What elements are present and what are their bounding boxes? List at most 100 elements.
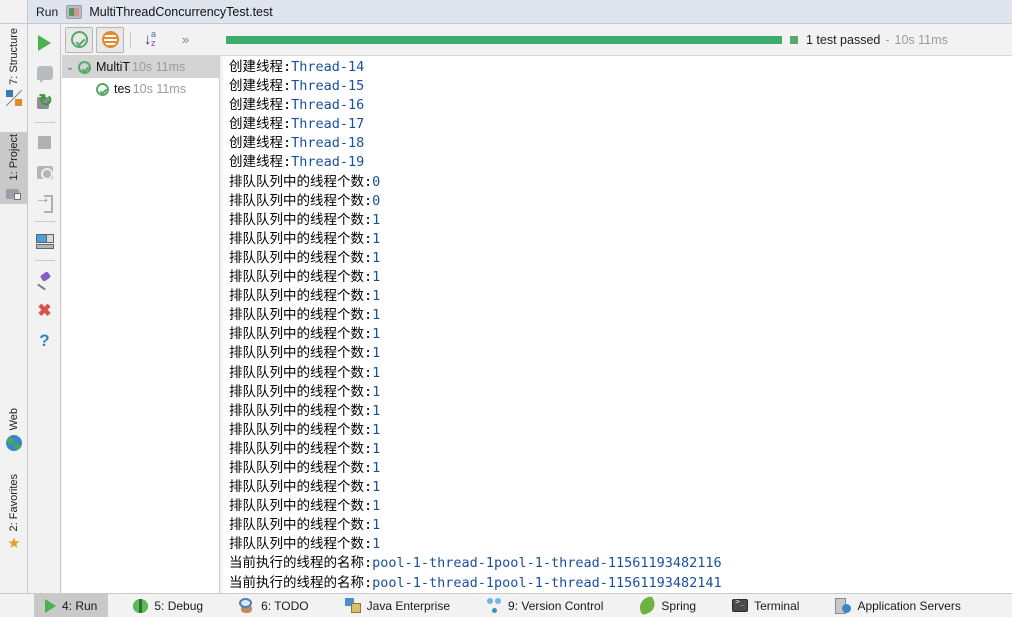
todo-icon	[239, 598, 255, 613]
export-button[interactable]	[32, 187, 58, 217]
console-line: 排队队列中的线程个数:1	[225, 287, 1012, 306]
status-item-terminal[interactable]: Terminal	[721, 594, 810, 617]
tree-console-splitter[interactable]	[220, 56, 223, 593]
sidebar-item-favorites[interactable]: ★ 2: Favorites	[0, 472, 28, 555]
sidebar-item-favorites-label: 2: Favorites	[8, 474, 20, 532]
status-item-run[interactable]: 4: Run	[34, 593, 109, 617]
console-line: 排队队列中的线程个数:1	[225, 478, 1012, 497]
console-line-value: pool-1-thread-1pool-1-thread-11561193482…	[372, 574, 722, 591]
test-result-text: 1 test passed	[806, 33, 881, 47]
status-item-todo-label: 6: TODO	[261, 598, 309, 613]
status-item-debug[interactable]: 5: Debug	[122, 594, 214, 617]
console-line: 排队队列中的线程个数:1	[225, 364, 1012, 383]
status-item-java-enterprise[interactable]: Java Enterprise	[334, 594, 461, 617]
console-line-value: 1	[372, 421, 381, 438]
rerun-auto-icon	[36, 91, 53, 111]
run-config-icon[interactable]	[66, 4, 83, 19]
console-line-label: 创建线程:	[229, 97, 292, 114]
console-line: 排队队列中的线程个数:1	[225, 516, 1012, 535]
toggle-auto-test-button[interactable]	[32, 88, 58, 118]
console-line-label: 排队队列中的线程个数:	[229, 269, 373, 286]
divider	[34, 260, 55, 261]
console-line-value: 1	[372, 326, 381, 343]
console-line-value: Thread-17	[291, 116, 365, 133]
status-item-spring[interactable]: Spring	[628, 594, 707, 617]
status-item-application-servers[interactable]: Application Servers	[824, 594, 971, 617]
console-line-label: 当前执行的线程的名称:	[229, 555, 373, 572]
run-icon	[45, 598, 56, 613]
console-line: 当前执行的线程的名称:pool-1-thread-1pool-1-thread-…	[225, 574, 1012, 593]
star-icon: ★	[7, 535, 21, 553]
test-passed-icon	[96, 82, 109, 96]
console-line: 排队队列中的线程个数:1	[225, 325, 1012, 344]
pin-tab-button[interactable]	[32, 265, 58, 295]
console-line-label: 排队队列中的线程个数:	[229, 326, 373, 343]
console-line-label: 创建线程:	[229, 135, 292, 152]
help-icon: ?	[39, 330, 50, 350]
console-line-label: 排队队列中的线程个数:	[229, 479, 373, 496]
console-line-value: 1	[372, 383, 381, 400]
console-line-label: 排队队列中的线程个数:	[229, 288, 373, 305]
console-line-value: 1	[372, 459, 381, 476]
sort-z-glyph: z	[151, 37, 156, 48]
show-passed-button[interactable]	[65, 26, 93, 53]
test-tree[interactable]: ⌄ MultiT 10s 11ms tes 10s 11ms	[62, 56, 220, 593]
status-item-version-control[interactable]: 9: Version Control	[475, 594, 614, 617]
chevron-down-icon[interactable]: ⌄	[62, 62, 78, 73]
run-tab-title[interactable]: MultiThreadConcurrencyTest.test	[89, 5, 272, 19]
sidebar-item-project[interactable]: 1: Project	[0, 132, 28, 205]
test-passed-icon	[78, 60, 91, 74]
help-button[interactable]: ?	[32, 325, 58, 355]
spring-icon	[637, 595, 658, 616]
sort-alphabetically-button[interactable]: ↓ a z	[140, 27, 168, 53]
rerun-failed-tests-button[interactable]	[32, 58, 58, 88]
console-line: 排队队列中的线程个数:1	[225, 535, 1012, 554]
rerun-button[interactable]	[32, 28, 58, 58]
console-line: 排队队列中的线程个数:1	[225, 211, 1012, 230]
console-line-label: 创建线程:	[229, 78, 292, 95]
stop-button[interactable]	[32, 127, 58, 157]
sidebar-item-web[interactable]: Web	[0, 406, 28, 454]
chevron-double-right-icon: »	[181, 32, 189, 47]
toolbar-overflow-button[interactable]: »	[171, 27, 199, 53]
console-line-label: 排队队列中的线程个数:	[229, 192, 373, 209]
console-line-value: Thread-19	[291, 154, 365, 171]
console-line: 排队队列中的线程个数:0	[225, 192, 1012, 211]
layout-icon	[35, 233, 54, 249]
sidebar-item-structure-label: 7: Structure	[8, 28, 20, 85]
console-line: 排队队列中的线程个数:1	[225, 402, 1012, 421]
layout-settings-button[interactable]	[32, 226, 58, 256]
pin-icon	[36, 272, 53, 289]
close-icon: ✖	[37, 300, 52, 320]
close-button[interactable]: ✖	[32, 295, 58, 325]
console-line: 排队队列中的线程个数:1	[225, 306, 1012, 325]
screenshot-button[interactable]	[32, 157, 58, 187]
structure-icon	[6, 89, 22, 106]
test-tree-row-test[interactable]: tes 10s 11ms	[62, 78, 219, 100]
console-line-label: 排队队列中的线程个数:	[229, 364, 373, 381]
console-line-value: 1	[372, 345, 381, 362]
console-line-label: 排队队列中的线程个数:	[229, 402, 373, 419]
console-line: 排队队列中的线程个数:1	[225, 421, 1012, 440]
test-duration: 10s 11ms	[894, 33, 948, 47]
console-output[interactable]: 创建线程:Thread-14 创建线程:Thread-15 创建线程:Thread-…	[225, 56, 1012, 593]
test-tree-row-suite[interactable]: ⌄ MultiT 10s 11ms	[62, 56, 219, 78]
sidebar-item-structure[interactable]: 7: Structure	[0, 26, 28, 109]
run-tool-window-header: Run MultiThreadConcurrencyTest.test	[0, 0, 1012, 24]
console-line-label: 排队队列中的线程个数:	[229, 345, 373, 362]
console-line-value: Thread-18	[291, 135, 365, 152]
test-tree-row-name: tes	[114, 82, 131, 96]
sidebar-item-web-label: Web	[8, 408, 20, 431]
status-item-todo[interactable]: 6: TODO	[228, 594, 320, 617]
status-item-terminal-label: Terminal	[754, 598, 800, 613]
left-tool-strip: 7: Structure 1: Project Web ★ 2: Favorit…	[0, 24, 28, 593]
test-tree-row-name: MultiT	[96, 60, 131, 74]
console-line-value: Thread-16	[291, 97, 365, 114]
console-line-label: 排队队列中的线程个数:	[229, 517, 373, 534]
status-badge	[790, 36, 798, 44]
test-progress-bar	[226, 36, 782, 44]
show-ignored-button[interactable]	[96, 26, 124, 53]
console-line-label: 排队队列中的线程个数:	[229, 307, 373, 324]
console-line: 创建线程:Thread-18	[225, 134, 1012, 153]
console-line-value: 1	[372, 498, 381, 515]
